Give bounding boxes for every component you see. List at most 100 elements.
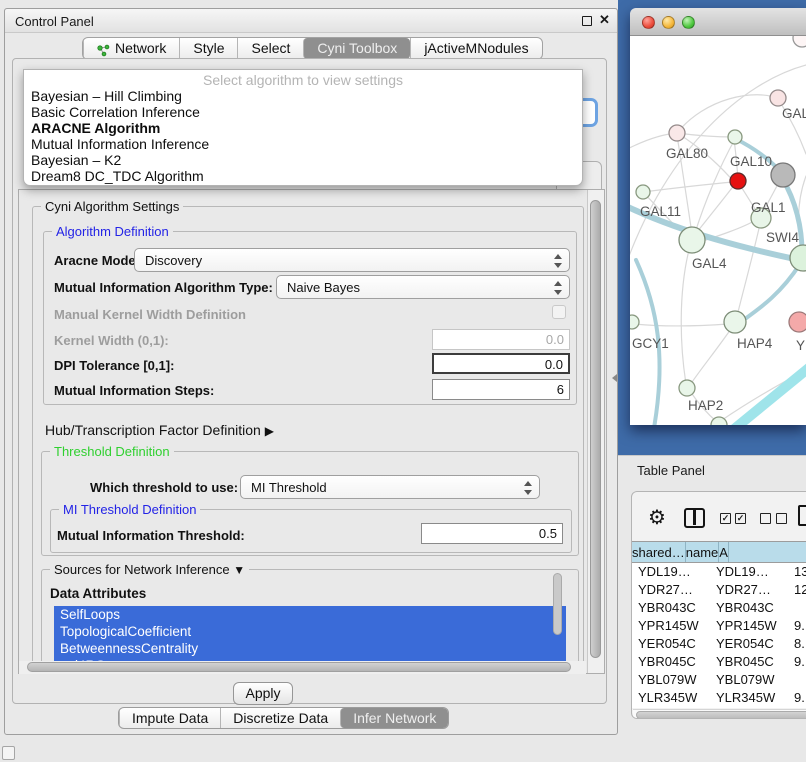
settings-vertical-scrollbar[interactable]	[587, 190, 604, 673]
cell-shared-name[interactable]: YBR045C	[632, 653, 706, 671]
close-window-icon[interactable]	[642, 16, 655, 29]
network-node[interactable]	[730, 173, 746, 189]
network-node[interactable]	[793, 36, 806, 47]
cell-value[interactable]	[789, 671, 806, 689]
cell-name[interactable]: YPR145W	[706, 617, 789, 635]
control-panel-tab[interactable]: Network	[83, 38, 179, 59]
network-node[interactable]	[771, 163, 795, 187]
cell-value[interactable]	[789, 599, 806, 617]
cell-value[interactable]: 9.	[789, 617, 806, 635]
table-column-header[interactable]: A	[719, 542, 729, 562]
table-row[interactable]: YDR27… YDR27… 12	[632, 581, 806, 599]
checked-checkbox-icon[interactable]: ✓	[720, 513, 731, 524]
cell-shared-name[interactable]: YIL052C	[632, 707, 706, 708]
cell-shared-name[interactable]: YLR345W	[632, 689, 706, 707]
cell-shared-name[interactable]: YDL19…	[632, 563, 706, 581]
unchecked-checkbox-icon[interactable]	[760, 513, 771, 524]
attribute-list-item[interactable]: BetweennessCentrality	[54, 640, 566, 657]
network-window-titlebar[interactable]	[630, 8, 806, 36]
table-row[interactable]: YBR045C YBR045C 9.	[632, 653, 806, 671]
float-window-icon[interactable]	[582, 16, 592, 26]
network-edge[interactable]	[728, 362, 806, 425]
network-node[interactable]	[636, 185, 650, 199]
cell-value[interactable]: 13	[789, 563, 806, 581]
cell-shared-name[interactable]: YBR043C	[632, 599, 706, 617]
cell-name[interactable]: YLR345W	[706, 689, 789, 707]
algorithm-popup-item[interactable]: Basic Correlation Inference	[24, 104, 582, 120]
algorithm-popup-item[interactable]: Bayesian – Hill Climbing	[24, 88, 582, 104]
cell-shared-name[interactable]: YDR27…	[632, 581, 706, 599]
mi-steps-field[interactable]: 6	[432, 379, 570, 400]
cell-value[interactable]: 9.	[789, 707, 806, 708]
cell-name[interactable]: YDL19…	[706, 563, 789, 581]
network-edge[interactable]	[677, 95, 780, 133]
table-row[interactable]: YLR345W YLR345W 9.	[632, 689, 806, 707]
table-column-header[interactable]: name	[686, 542, 720, 562]
table-row[interactable]: YBL079W YBL079W	[632, 671, 806, 689]
table-row[interactable]: YER054C YER054C 8.	[632, 635, 806, 653]
apply-button[interactable]: Apply	[233, 682, 293, 705]
cell-value[interactable]: 9.	[789, 689, 806, 707]
mi-algorithm-type-combobox[interactable]: Naive Bayes	[276, 275, 570, 299]
cell-name[interactable]: YER054C	[706, 635, 789, 653]
table-row[interactable]: YPR145W YPR145W 9.	[632, 617, 806, 635]
table-row[interactable]: YIL052C YIL052C 9.	[632, 707, 806, 708]
network-edge[interactable]	[738, 264, 800, 324]
cyni-bottom-tab[interactable]: Impute Data	[119, 708, 220, 728]
attribute-list-item[interactable]: TopologicalCoefficient	[54, 623, 566, 640]
cell-shared-name[interactable]: YBL079W	[632, 671, 706, 689]
vertical-scrollbar-thumb[interactable]	[590, 200, 601, 658]
sources-title[interactable]: Sources for Network Inference ▼	[50, 562, 249, 577]
unchecked-checkbox-icon[interactable]	[776, 513, 787, 524]
cell-name[interactable]: YBR045C	[706, 653, 789, 671]
cell-shared-name[interactable]: YER054C	[632, 635, 706, 653]
cell-name[interactable]: YBR043C	[706, 599, 789, 617]
network-node[interactable]	[790, 245, 806, 271]
network-edge[interactable]	[681, 246, 690, 384]
mi-threshold-field[interactable]: 0.5	[421, 523, 563, 544]
network-node[interactable]	[728, 130, 742, 144]
cell-name[interactable]: YIL052C	[706, 707, 789, 708]
cell-value[interactable]: 12	[789, 581, 806, 599]
network-node[interactable]	[770, 90, 786, 106]
dpi-tolerance-field[interactable]: 0.0	[432, 353, 570, 374]
network-node[interactable]	[789, 312, 806, 332]
cell-name[interactable]: YBL079W	[706, 671, 789, 689]
network-edge[interactable]	[643, 182, 733, 192]
cell-value[interactable]: 8.	[789, 635, 806, 653]
cell-name[interactable]: YDR27…	[706, 581, 789, 599]
cyni-bottom-tab[interactable]: Infer Network	[340, 708, 448, 728]
document-icon[interactable]	[798, 505, 806, 526]
table-horizontal-scrollbar[interactable]	[633, 709, 806, 719]
table-scrollbar-thumb[interactable]	[636, 711, 806, 719]
cell-value[interactable]: 9.	[789, 653, 806, 671]
close-panel-icon[interactable]: ✕	[599, 12, 610, 28]
network-node[interactable]	[630, 315, 639, 329]
column-split-icon[interactable]	[684, 508, 705, 528]
control-panel-tab[interactable]: Select	[237, 38, 303, 59]
cyni-bottom-tab[interactable]: Discretize Data	[220, 708, 340, 728]
algorithm-popup-item[interactable]: Mutual Information Inference	[24, 136, 582, 152]
algorithm-popup-item[interactable]: Dream8 DC_TDC Algorithm	[24, 168, 582, 184]
network-node[interactable]	[724, 311, 746, 333]
settings-horizontal-scrollbar[interactable]	[19, 661, 586, 674]
minimized-panel-icon[interactable]	[2, 746, 15, 760]
settings-gear-icon[interactable]: ⚙	[648, 505, 666, 530]
attribute-list-item[interactable]: SelfLoops	[54, 606, 566, 623]
zoom-window-icon[interactable]	[682, 16, 695, 29]
table-row[interactable]: YDL19… YDL19… 13	[632, 563, 806, 581]
minimize-window-icon[interactable]	[662, 16, 675, 29]
kernel-width-field[interactable]: 0.0	[432, 329, 570, 350]
network-node[interactable]	[679, 380, 695, 396]
which-threshold-combobox[interactable]: MI Threshold	[240, 475, 540, 499]
network-edge[interactable]	[737, 224, 760, 316]
control-panel-tab[interactable]: Cyni Toolbox	[303, 38, 410, 59]
network-edge[interactable]	[694, 184, 735, 236]
hub-factor-section-toggle[interactable]: Hub/Transcription Factor Definition ▶	[45, 422, 274, 438]
network-node[interactable]	[679, 227, 705, 253]
list-scrollbar-thumb[interactable]	[553, 573, 562, 635]
control-panel-tab[interactable]: jActiveMNodules	[410, 38, 541, 59]
splitter-handle[interactable]	[612, 374, 617, 382]
horizontal-scrollbar-thumb[interactable]	[27, 662, 571, 672]
cell-shared-name[interactable]: YPR145W	[632, 617, 706, 635]
